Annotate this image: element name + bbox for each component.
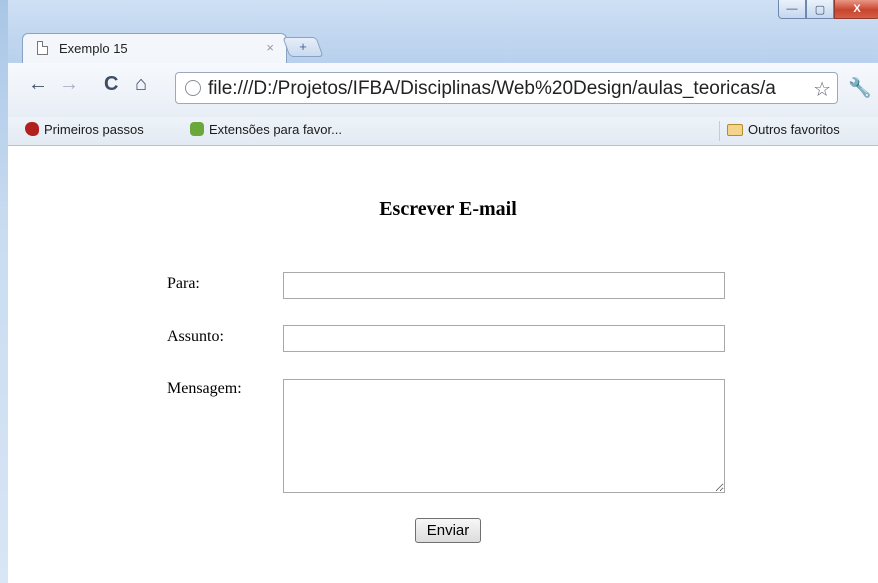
url-text[interactable]: file:///D:/Projetos/IFBA/Disciplinas/Web… <box>208 78 798 100</box>
page-content: Escrever E-mail Para: Assunto: Mensagem:… <box>8 146 878 583</box>
star-icon[interactable]: ☆ <box>813 77 831 102</box>
wrench-icon[interactable]: 🔧 <box>848 76 872 100</box>
message-textarea[interactable] <box>283 379 725 493</box>
subject-label: Assunto: <box>167 328 224 345</box>
chrome-bookmark-icon <box>25 122 39 136</box>
reload-icon[interactable]: C <box>104 73 118 96</box>
close-window-button[interactable]: X <box>834 0 878 19</box>
window-frame <box>0 0 8 583</box>
other-bookmarks[interactable]: Outros favoritos <box>727 122 840 137</box>
back-arrow-icon[interactable]: ← <box>28 73 48 96</box>
plus-icon: + <box>299 39 307 54</box>
to-field[interactable] <box>283 272 725 299</box>
forward-arrow-icon[interactable]: → <box>59 73 79 96</box>
tab-close-icon[interactable]: × <box>266 40 274 55</box>
address-bar[interactable]: file:///D:/Projetos/IFBA/Disciplinas/Web… <box>175 72 838 104</box>
bookmarks-divider <box>719 121 720 141</box>
browser-window: — ▢ X Exemplo 15 × + ← → C ⌂ file:///D:/… <box>0 0 878 583</box>
bookmark-label: Primeiros passos <box>44 122 144 137</box>
bookmark-label: Outros favoritos <box>748 122 840 137</box>
message-label: Mensagem: <box>167 380 242 397</box>
bookmarks-bar: Primeiros passos Extensões para favor...… <box>8 117 878 146</box>
tab-title: Exemplo 15 <box>59 41 128 56</box>
home-icon[interactable]: ⌂ <box>135 73 147 96</box>
bookmark-extensoes[interactable]: Extensões para favor... <box>190 122 342 137</box>
page-title: Escrever E-mail <box>379 198 517 220</box>
puzzle-icon <box>190 122 204 136</box>
minimize-button[interactable]: — <box>778 0 806 19</box>
folder-icon <box>727 124 743 136</box>
browser-tab[interactable]: Exemplo 15 × <box>22 33 287 63</box>
bookmark-primeiros-passos[interactable]: Primeiros passos <box>25 122 144 137</box>
window-controls: — ▢ X <box>778 0 878 20</box>
navigation-toolbar: ← → C ⌂ file:///D:/Projetos/IFBA/Discipl… <box>8 63 878 117</box>
maximize-button[interactable]: ▢ <box>806 0 834 19</box>
send-button[interactable]: Enviar <box>415 518 481 543</box>
globe-icon <box>185 80 201 96</box>
bookmark-label: Extensões para favor... <box>209 122 342 137</box>
subject-field[interactable] <box>283 325 725 352</box>
new-tab-button[interactable]: + <box>282 37 324 57</box>
page-icon <box>37 41 48 55</box>
to-label: Para: <box>167 275 200 292</box>
